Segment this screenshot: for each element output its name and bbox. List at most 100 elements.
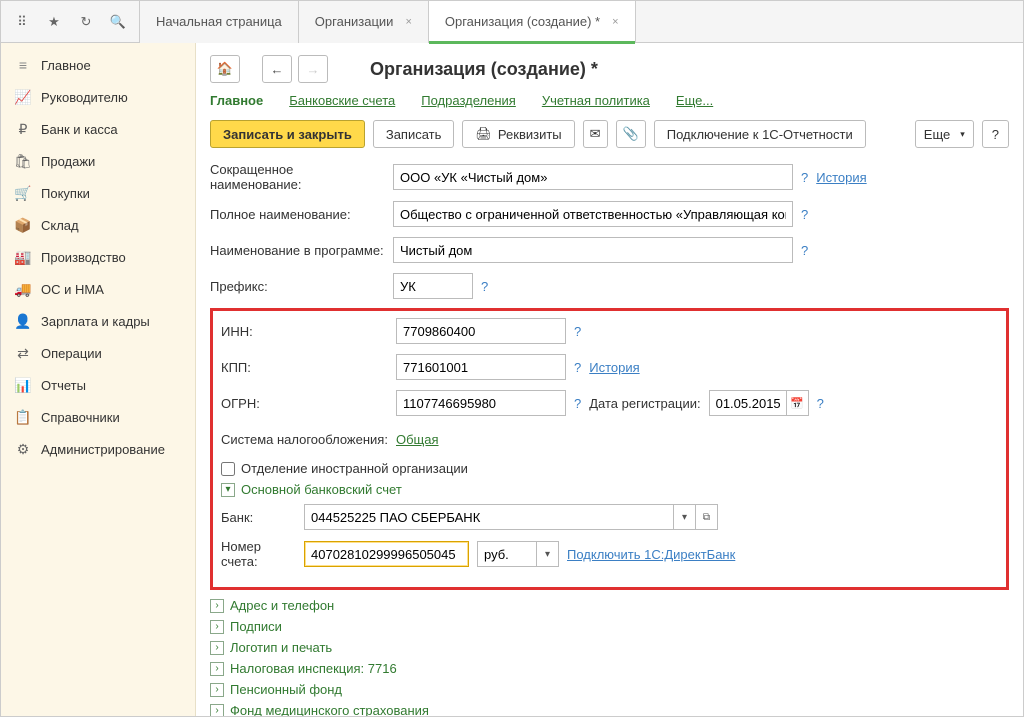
mail-icon: ✉: [590, 126, 601, 142]
reg-date-label: Дата регистрации:: [589, 396, 700, 411]
forward-button[interactable]: →: [298, 55, 328, 83]
close-icon[interactable]: ×: [405, 16, 411, 28]
clipboard-icon: 📋: [15, 409, 31, 425]
page-title: Организация (создание) *: [370, 59, 598, 80]
history-link[interactable]: История: [589, 360, 639, 375]
requisites-button[interactable]: 🖨Реквизиты: [462, 120, 574, 148]
tab-home[interactable]: Начальная страница: [139, 1, 299, 43]
chevron-right-icon: ›: [210, 683, 224, 697]
more-button[interactable]: Еще▾: [915, 120, 974, 148]
chart-icon: 📈: [15, 89, 31, 105]
ogrn-label: ОГРН:: [221, 396, 388, 411]
dropdown-icon[interactable]: ▾: [674, 504, 696, 530]
direct-bank-link[interactable]: Подключить 1С:ДиректБанк: [567, 547, 735, 562]
sidebar-item-reports[interactable]: 📊Отчеты: [1, 369, 195, 401]
help-link[interactable]: ?: [574, 396, 581, 411]
home-button[interactable]: 🏠: [210, 55, 240, 83]
prefix-input[interactable]: [393, 273, 473, 299]
save-close-button[interactable]: Записать и закрыть: [210, 120, 365, 148]
menu-icon: ≡: [15, 57, 31, 73]
help-button[interactable]: ?: [982, 120, 1009, 148]
open-icon[interactable]: ⧉: [696, 504, 718, 530]
gear-icon: ⚙: [15, 441, 31, 457]
foreign-label: Отделение иностранной организации: [241, 461, 468, 476]
sidebar-item-purchases[interactable]: 🛒Покупки: [1, 177, 195, 209]
expander-tax[interactable]: ›Налоговая инспекция: 7716: [210, 661, 1009, 676]
sidebar-item-bank[interactable]: ₽Банк и касса: [1, 113, 195, 145]
history-icon[interactable]: ↻: [73, 9, 99, 35]
subnav-more[interactable]: Еще...: [676, 93, 713, 108]
top-tab-bar: ⠿ ★ ↻ 🔍 Начальная страница Организации× …: [1, 1, 1023, 43]
help-link[interactable]: ?: [801, 170, 808, 185]
mail-button[interactable]: ✉: [583, 120, 608, 148]
tab-org-create[interactable]: Организация (создание) *×: [429, 1, 636, 43]
truck-icon: 🚚: [15, 281, 31, 297]
sidebar-item-admin[interactable]: ⚙Администрирование: [1, 433, 195, 465]
prog-name-input[interactable]: [393, 237, 793, 263]
chevron-down-icon: ▾: [221, 483, 235, 497]
ogrn-input[interactable]: [396, 390, 566, 416]
sidebar-item-operations[interactable]: ⇄Операции: [1, 337, 195, 369]
dropdown-icon[interactable]: ▾: [537, 541, 559, 567]
inn-label: ИНН:: [221, 324, 388, 339]
reg-date-input[interactable]: [709, 390, 787, 416]
connect-1c-button[interactable]: Подключение к 1С-Отчетности: [654, 120, 866, 148]
star-icon[interactable]: ★: [41, 9, 67, 35]
kpp-input[interactable]: [396, 354, 566, 380]
help-link[interactable]: ?: [801, 243, 808, 258]
sidebar-item-warehouse[interactable]: 📦Склад: [1, 209, 195, 241]
calendar-icon[interactable]: 📅: [787, 390, 809, 416]
sidebar: ≡Главное 📈Руководителю ₽Банк и касса 🛍Пр…: [1, 43, 196, 716]
apps-icon[interactable]: ⠿: [9, 9, 35, 35]
help-link[interactable]: ?: [801, 207, 808, 222]
subnav-policy[interactable]: Учетная политика: [542, 93, 650, 108]
sidebar-item-main[interactable]: ≡Главное: [1, 49, 195, 81]
attach-button[interactable]: 📎: [616, 120, 646, 148]
chevron-right-icon: ›: [210, 662, 224, 676]
chevron-right-icon: ›: [210, 704, 224, 717]
sub-nav: Главное Банковские счета Подразделения У…: [210, 93, 1009, 108]
sidebar-item-manager[interactable]: 📈Руководителю: [1, 81, 195, 113]
back-button[interactable]: ←: [262, 55, 292, 83]
foreign-checkbox[interactable]: [221, 462, 235, 476]
sidebar-item-production[interactable]: 🏭Производство: [1, 241, 195, 273]
highlighted-section: ИНН: ? КПП: ? История ОГРН: ? Дата регис…: [210, 308, 1009, 590]
subnav-main[interactable]: Главное: [210, 93, 263, 108]
help-link[interactable]: ?: [574, 360, 581, 375]
sidebar-item-sales[interactable]: 🛍Продажи: [1, 145, 195, 177]
close-icon[interactable]: ×: [612, 16, 618, 28]
toolbar: Записать и закрыть Записать 🖨Реквизиты ✉…: [210, 120, 1009, 148]
save-button[interactable]: Записать: [373, 120, 455, 148]
expander-signatures[interactable]: ›Подписи: [210, 619, 1009, 634]
sidebar-item-references[interactable]: 📋Справочники: [1, 401, 195, 433]
expander-logo[interactable]: ›Логотип и печать: [210, 640, 1009, 655]
swap-icon: ⇄: [15, 345, 31, 361]
search-icon[interactable]: 🔍: [105, 9, 131, 35]
subnav-dept[interactable]: Подразделения: [421, 93, 516, 108]
help-link[interactable]: ?: [481, 279, 488, 294]
full-name-label: Полное наименование:: [210, 207, 385, 222]
history-link[interactable]: История: [816, 170, 866, 185]
expander-pension[interactable]: ›Пенсионный фонд: [210, 682, 1009, 697]
tax-sys-link[interactable]: Общая: [396, 432, 439, 447]
sidebar-item-assets[interactable]: 🚚ОС и НМА: [1, 273, 195, 305]
subnav-bank[interactable]: Банковские счета: [289, 93, 395, 108]
bank-input[interactable]: [304, 504, 674, 530]
ruble-icon: ₽: [15, 121, 31, 137]
expander-address[interactable]: ›Адрес и телефон: [210, 598, 1009, 613]
full-name-input[interactable]: [393, 201, 793, 227]
currency-input[interactable]: [477, 541, 537, 567]
expander-medical[interactable]: ›Фонд медицинского страхования: [210, 703, 1009, 716]
account-input[interactable]: [304, 541, 469, 567]
help-link[interactable]: ?: [574, 324, 581, 339]
help-link[interactable]: ?: [817, 396, 824, 411]
expander-main-bank[interactable]: ▾ Основной банковский счет: [221, 482, 998, 497]
inn-input[interactable]: [396, 318, 566, 344]
sidebar-item-hr[interactable]: 👤Зарплата и кадры: [1, 305, 195, 337]
chevron-right-icon: ›: [210, 641, 224, 655]
tab-orgs[interactable]: Организации×: [299, 1, 429, 43]
bars-icon: 📊: [15, 377, 31, 393]
bag-icon: 🛍: [15, 153, 31, 169]
short-name-input[interactable]: [393, 164, 793, 190]
kpp-label: КПП:: [221, 360, 388, 375]
